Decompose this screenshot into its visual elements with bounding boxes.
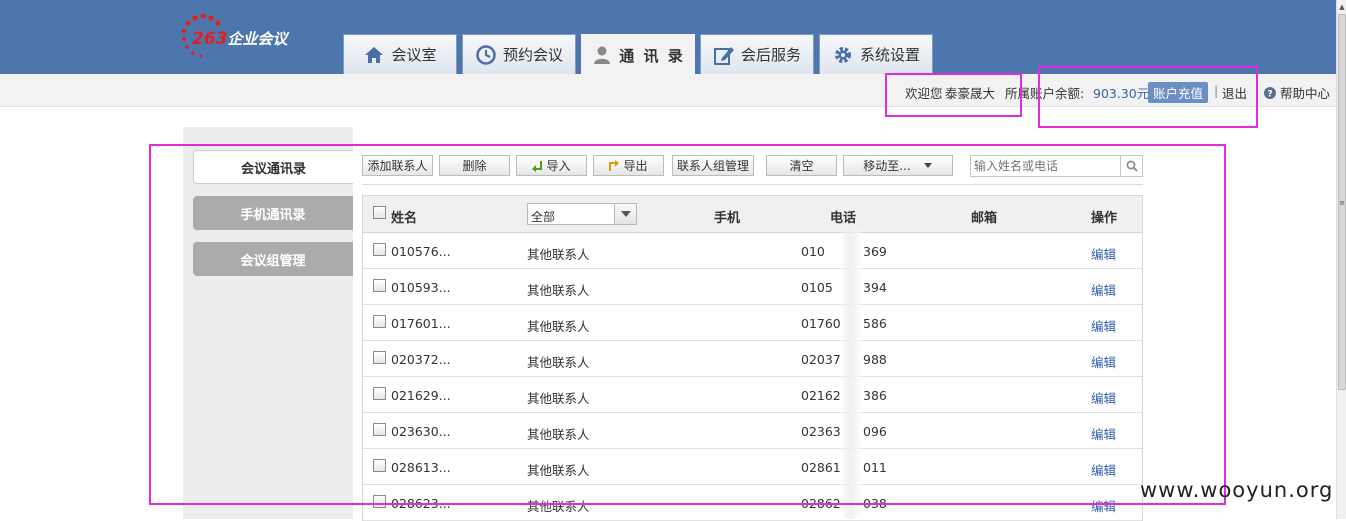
highlight-balance — [1038, 66, 1258, 128]
tab-contacts[interactable]: 通 讯 录 — [581, 34, 695, 75]
logo[interactable]: 263企业会议 — [180, 12, 320, 58]
clock-icon — [476, 44, 496, 65]
vertical-scrollbar[interactable]: ▲ ≡ — [1336, 0, 1346, 519]
tab-meeting-room[interactable]: 会议室 — [343, 34, 457, 74]
home-icon — [365, 46, 384, 63]
svg-text:?: ? — [1267, 90, 1272, 100]
edit-icon — [713, 46, 734, 65]
person-icon — [594, 46, 611, 64]
tab-settings[interactable]: 系统设置 — [819, 34, 933, 74]
top-header: 263企业会议 会议室 预约会议 通 讯 录 会后服务 系统设置 — [0, 0, 1336, 75]
watermark: www.wooyun.org — [1140, 478, 1334, 502]
help-icon: ? — [1264, 87, 1276, 100]
gear-icon — [834, 46, 851, 63]
help-link[interactable]: ? 帮助中心 — [1264, 83, 1330, 102]
highlight-content — [149, 144, 1226, 505]
scroll-grip-icon: ≡ — [1339, 199, 1345, 207]
highlight-username — [885, 73, 1022, 117]
scroll-up-icon[interactable]: ▲ — [1338, 2, 1346, 12]
tab-schedule-meeting[interactable]: 预约会议 — [462, 34, 576, 74]
tab-post-meeting[interactable]: 会后服务 — [700, 34, 814, 74]
logo-text: 263企业会议 — [192, 29, 288, 49]
